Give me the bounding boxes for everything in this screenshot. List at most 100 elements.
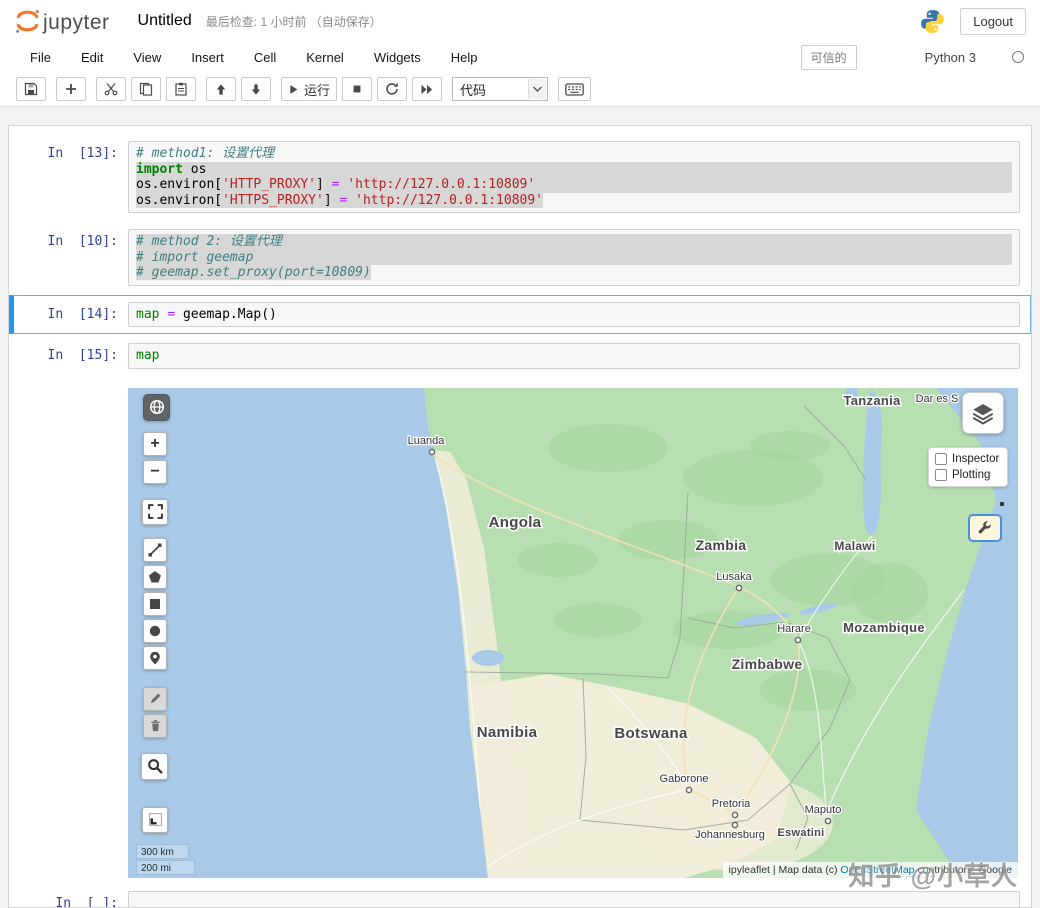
copy-button[interactable] <box>131 77 161 101</box>
code-token: ] <box>323 192 340 208</box>
save-icon <box>24 82 38 96</box>
scale-bar-mi: 200 mi <box>136 859 195 875</box>
code-input[interactable]: # method1: 设置代理 import os os.environ['HTTP… <box>128 141 1020 213</box>
city-label: Lusaka <box>716 571 752 583</box>
kernel-idle-icon <box>1012 51 1024 63</box>
code-line: # method1: 设置代理 <box>136 146 1012 162</box>
draw-marker-button[interactable] <box>143 645 167 670</box>
menubar: File Edit View Insert Cell Kernel Widget… <box>0 42 1040 72</box>
paste-button[interactable] <box>166 77 196 101</box>
globe-button[interactable] <box>143 393 170 421</box>
scale-bar-km: 300 km <box>136 843 189 859</box>
vegetation-patch <box>548 423 668 472</box>
measure-button[interactable] <box>142 806 168 833</box>
restart-kernel-button[interactable] <box>377 77 408 101</box>
rectangle-icon <box>150 598 160 609</box>
city-dot <box>735 584 743 591</box>
vegetation-patch <box>518 542 598 577</box>
attribution-prefix: ipyleaflet | Map data (c) <box>728 863 841 876</box>
toolbar-wrench-button[interactable] <box>968 513 1002 542</box>
layers-button[interactable] <box>962 391 1004 434</box>
logo-text: jupyter <box>43 10 110 34</box>
run-label: 运行 <box>304 82 331 98</box>
zoom-in-button[interactable]: + <box>143 431 167 456</box>
cut-icon <box>104 83 118 96</box>
map-output[interactable]: Tanzania Angola Zambia Malawi Mozambique Zimb… <box>128 387 1018 878</box>
menu-view[interactable]: View <box>133 50 161 65</box>
code-line: import os <box>136 161 1012 177</box>
code-cell-15[interactable]: In [15]: map <box>9 336 1031 376</box>
plus-icon <box>66 84 76 94</box>
plotting-checkbox[interactable] <box>935 468 947 481</box>
move-cell-up-button[interactable] <box>206 77 236 101</box>
menu-file[interactable]: File <box>30 50 51 65</box>
menu-edit[interactable]: Edit <box>81 50 103 65</box>
country-label: Angola <box>489 514 542 531</box>
code-input[interactable]: map = geemap.Map() <box>128 301 1020 327</box>
add-cell-button[interactable] <box>56 77 86 101</box>
draw-polyline-button[interactable] <box>143 537 167 562</box>
inspector-checkbox[interactable] <box>935 452 947 465</box>
command-palette-button[interactable] <box>558 77 592 101</box>
restart-run-all-button[interactable] <box>412 77 443 101</box>
edit-layers-button[interactable] <box>143 686 167 711</box>
code-token: map <box>136 306 160 322</box>
code-line: # import geemap <box>136 249 1012 265</box>
fullscreen-button[interactable] <box>142 498 168 525</box>
city-label: Maputo <box>805 804 842 816</box>
vegetation-patch <box>852 562 928 623</box>
jupyter-logo-icon <box>16 9 40 33</box>
wrench-icon <box>978 520 991 533</box>
menu-cell[interactable]: Cell <box>254 50 276 65</box>
draw-rectangle-button[interactable] <box>143 591 167 616</box>
draw-polygon-button[interactable] <box>143 564 167 589</box>
interrupt-kernel-button[interactable] <box>342 77 373 101</box>
move-cell-down-button[interactable] <box>241 77 271 101</box>
code-cell-13[interactable]: In [13]: # method1: 设置代理 import os os.envi… <box>9 134 1031 220</box>
code-token: 'http://127.0.0.1:10809' <box>347 177 536 192</box>
code-input[interactable]: # method 2: 设置代理 # import geemap # geemap.… <box>128 229 1020 286</box>
cell-type-select[interactable]: 代码 <box>452 77 549 101</box>
menu-kernel[interactable]: Kernel <box>306 50 344 65</box>
inspector-row[interactable]: Inspector <box>935 452 1001 465</box>
code-token: os <box>182 161 207 177</box>
zoom-out-button[interactable]: − <box>143 459 167 484</box>
polygon-icon <box>149 570 161 582</box>
fast-forward-icon <box>421 84 433 94</box>
code-token: # method 2: 设置代理 <box>136 234 282 249</box>
code-input[interactable] <box>128 890 1020 907</box>
code-line: map = geemap.Map() <box>136 307 1012 323</box>
search-button[interactable] <box>141 752 168 780</box>
code-cell-14-selected[interactable]: In [14]: map = geemap.Map() <box>9 294 1031 334</box>
code-token: geemap.Map() <box>175 306 277 322</box>
code-token: import <box>136 161 183 177</box>
menu-widgets[interactable]: Widgets <box>374 50 421 65</box>
keyboard-icon <box>565 82 584 96</box>
layers-icon <box>972 403 994 425</box>
save-button[interactable] <box>16 77 46 101</box>
code-line: # geemap.set_proxy(port=10809) <box>136 265 1012 281</box>
cut-button[interactable] <box>96 77 126 101</box>
notebook-toolbar: 运行 代码 <box>0 72 1040 107</box>
menu-help[interactable]: Help <box>451 50 478 65</box>
city-dot <box>731 821 739 828</box>
notebook-title[interactable]: Untitled <box>138 12 192 30</box>
jupyter-logo[interactable]: jupyter <box>14 8 110 35</box>
delete-layers-button[interactable] <box>143 713 167 738</box>
city-dot <box>731 811 739 818</box>
draw-circle-button[interactable] <box>143 618 167 643</box>
country-label: Zambia <box>696 537 747 553</box>
code-token: # import geemap <box>136 249 254 265</box>
vegetation-patch <box>750 430 830 461</box>
code-token: os.environ[ <box>136 177 223 192</box>
menu-insert[interactable]: Insert <box>191 50 224 65</box>
map-canvas[interactable]: Tanzania Angola Zambia Malawi Mozambique Zimb… <box>128 387 1018 878</box>
country-label: Malawi <box>834 539 875 553</box>
code-cell-10[interactable]: In [10]: # method 2: 设置代理 # import geemap… <box>9 222 1031 293</box>
code-input[interactable]: map <box>128 343 1020 369</box>
run-button[interactable]: 运行 <box>281 77 338 101</box>
edit-icon <box>150 693 160 704</box>
marker-icon <box>150 651 160 664</box>
plotting-row[interactable]: Plotting <box>935 468 1001 481</box>
logout-button[interactable]: Logout <box>960 7 1026 35</box>
